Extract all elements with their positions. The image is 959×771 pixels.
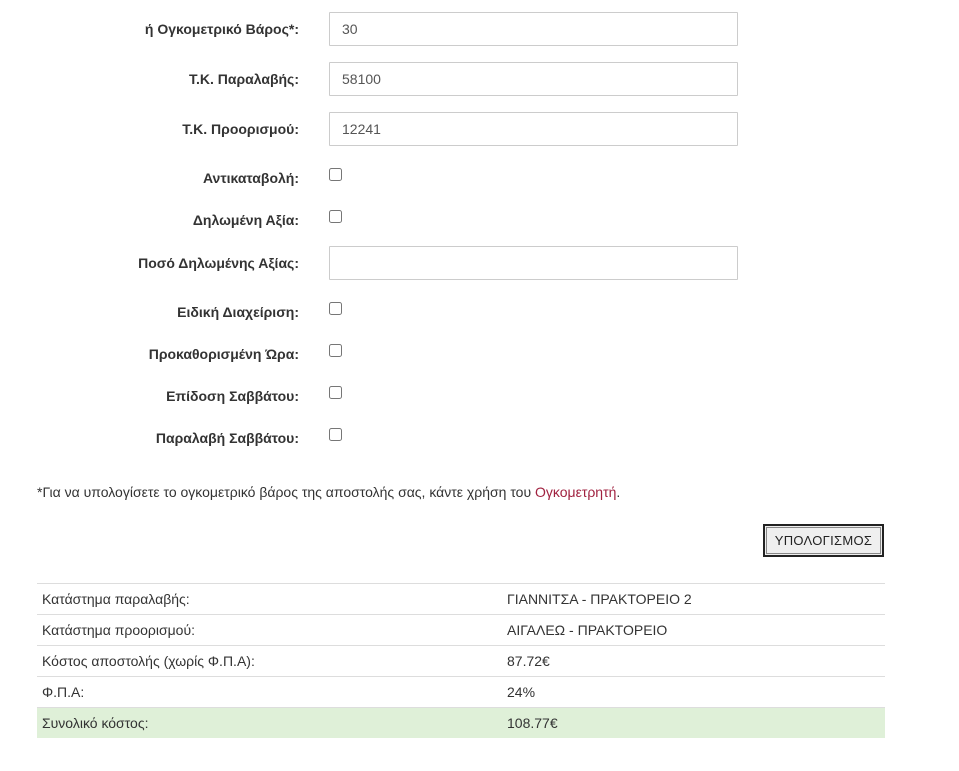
destination-zip-label: Τ.Κ. Προορισμού: (182, 121, 299, 137)
saturday-pickup-row: Παραλαβή Σαββάτου: (0, 428, 959, 462)
table-row: Φ.Π.Α: 24% (37, 676, 885, 708)
calculate-button[interactable]: ΥΠΟΛΟΓΙΣΜΟΣ (763, 524, 884, 557)
saturday-pickup-label: Παραλαβή Σαββάτου: (155, 430, 299, 446)
pickup-zip-label: Τ.Κ. Παραλαβής: (188, 71, 299, 87)
destination-store-label: Κατάστημα προορισμού: (37, 614, 502, 646)
vat-value: 24% (502, 676, 885, 708)
cash-on-delivery-row: Αντικαταβολή: (0, 168, 959, 202)
table-row: Κατάστημα παραλαβής: ΓΙΑΝΝΙΤΣΑ - ΠΡΑΚΤΟΡ… (37, 583, 885, 615)
pickup-zip-row: Τ.Κ. Παραλαβής: (0, 62, 959, 96)
note-text-end: . (616, 484, 621, 500)
pickup-store-label: Κατάστημα παραλαβής: (37, 583, 502, 615)
scheduled-time-label: Προκαθορισμένη Ώρα: (148, 346, 299, 362)
volumetric-weight-note: *Για να υπολογίσετε το ογκομετρικό βάρος… (37, 484, 620, 500)
saturday-delivery-row: Επίδοση Σαββάτου: (0, 386, 959, 420)
volumetric-weight-row: ή Ογκομετρικό Βάρος*: (0, 12, 959, 46)
total-cost-value: 108.77€ (502, 707, 885, 738)
shipping-cost-label: Κόστος αποστολής (χωρίς Φ.Π.Α): (37, 645, 502, 677)
scheduled-time-checkbox[interactable] (329, 344, 342, 357)
declared-value-amount-input[interactable] (329, 246, 738, 280)
declared-value-row: Δηλωμένη Αξία: (0, 210, 959, 244)
cash-on-delivery-label: Αντικαταβολή: (202, 170, 299, 186)
declared-value-checkbox[interactable] (329, 210, 342, 223)
cash-on-delivery-checkbox[interactable] (329, 168, 342, 181)
declared-value-amount-label: Ποσό Δηλωμένης Αξίας: (138, 255, 299, 271)
destination-zip-input[interactable] (329, 112, 738, 146)
destination-store-value: ΑΙΓΑΛΕΩ - ΠΡΑΚΤΟΡΕΙΟ (502, 614, 885, 646)
scheduled-time-row: Προκαθορισμένη Ώρα: (0, 344, 959, 378)
saturday-delivery-label: Επίδοση Σαββάτου: (166, 388, 299, 404)
pickup-store-value: ΓΙΑΝΝΙΤΣΑ - ΠΡΑΚΤΟΡΕΙΟ 2 (502, 583, 885, 615)
total-cost-label: Συνολικό κόστος: (37, 707, 502, 738)
saturday-pickup-checkbox[interactable] (329, 428, 342, 441)
shipping-cost-calculator: ή Ογκομετρικό Βάρος*: Τ.Κ. Παραλαβής: Τ.… (0, 0, 959, 771)
total-row: Συνολικό κόστος: 108.77€ (37, 707, 885, 738)
destination-zip-row: Τ.Κ. Προορισμού: (0, 112, 959, 146)
declared-value-amount-row: Ποσό Δηλωμένης Αξίας: (0, 246, 959, 280)
volumeter-link[interactable]: Ογκομετρητή (535, 484, 616, 500)
results-table: Κατάστημα παραλαβής: ΓΙΑΝΝΙΤΣΑ - ΠΡΑΚΤΟΡ… (37, 583, 885, 738)
declared-value-label: Δηλωμένη Αξία: (192, 212, 299, 228)
volumetric-weight-label: ή Ογκομετρικό Βάρος*: (144, 21, 299, 37)
shipping-cost-value: 87.72€ (502, 645, 885, 677)
special-handling-label: Ειδική Διαχείριση: (177, 304, 299, 320)
vat-label: Φ.Π.Α: (37, 676, 502, 708)
volumetric-weight-input[interactable] (329, 12, 738, 46)
special-handling-row: Ειδική Διαχείριση: (0, 302, 959, 336)
pickup-zip-input[interactable] (329, 62, 738, 96)
special-handling-checkbox[interactable] (329, 302, 342, 315)
table-row: Κόστος αποστολής (χωρίς Φ.Π.Α): 87.72€ (37, 645, 885, 677)
note-text: *Για να υπολογίσετε το ογκομετρικό βάρος… (37, 484, 535, 500)
saturday-delivery-checkbox[interactable] (329, 386, 342, 399)
table-row: Κατάστημα προορισμού: ΑΙΓΑΛΕΩ - ΠΡΑΚΤΟΡΕ… (37, 614, 885, 646)
